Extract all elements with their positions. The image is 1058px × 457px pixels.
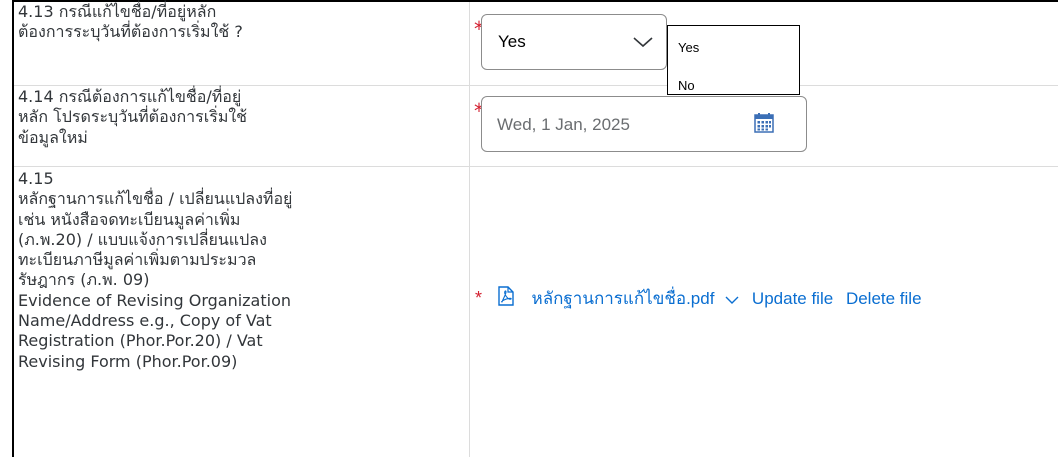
- date-value: Wed, 1 Jan, 2025: [497, 115, 630, 134]
- question-4-15-line: 4.15: [18, 169, 54, 188]
- row-divider: [14, 166, 1058, 167]
- chevron-down-icon[interactable]: [725, 295, 739, 305]
- select-dropdown-list: Yes No: [667, 25, 800, 95]
- question-4-15-line: ทะเบียนภาษีมูลค่าเพิ่มตามประมวล: [18, 250, 257, 270]
- question-4-15-line: Registration (Phor.Por.20) / Vat: [18, 331, 263, 351]
- question-4-15-line: Evidence of Revising Organization: [18, 290, 292, 310]
- question-4-14-label: 4.14 กรณีต้องการแก้ไขชื่อ/ที่อยู่ หลัก โ…: [18, 87, 458, 148]
- question-4-15-label: 4.15 หลักฐานการแก้ไขชื่อ / เปลี่ยนแปลงที…: [18, 169, 458, 372]
- question-4-15-line: Revising Form (Phor.Por.09): [18, 351, 238, 371]
- question-4-15-line: (ภ.พ.20) / แบบแจ้งการเปลี่ยนแปลง: [18, 229, 267, 249]
- attachment-row: * หลักฐานการแก้ไขชื่อ.pdf Update file De…: [475, 285, 1046, 313]
- start-date-picker[interactable]: Wed, 1 Jan, 2025: [481, 96, 807, 152]
- start-date-select[interactable]: Yes: [481, 14, 667, 70]
- question-4-13-line: ต้องการระบุวันที่ต้องการเริ่มใช้ ?: [18, 22, 243, 42]
- question-4-14-line: 4.14 กรณีต้องการแก้ไขชื่อ/ที่อยู่: [18, 87, 242, 106]
- question-4-14-line: หลัก โปรดระบุวันที่ต้องการเริ่มใช้: [18, 107, 248, 127]
- attachment-file-name[interactable]: หลักฐานการแก้ไขชื่อ.pdf: [531, 289, 714, 308]
- chevron-down-icon[interactable]: [632, 35, 654, 49]
- option-yes[interactable]: Yes: [678, 40, 699, 55]
- pdf-file-icon: [498, 286, 514, 306]
- update-file-link[interactable]: Update file: [752, 289, 833, 308]
- required-marker: *: [475, 288, 483, 308]
- calendar-icon[interactable]: [754, 113, 774, 133]
- question-4-13-label: 4.13 กรณีแก้ไขชื่อ/ที่อยู่หลัก ต้องการระ…: [18, 2, 458, 43]
- question-4-15-line: เช่น หนังสือจดทะเบียนมูลค่าเพิ่ม: [18, 209, 241, 229]
- question-4-15-line: รัษฎากร (ภ.พ. 09): [18, 270, 150, 290]
- question-4-15-line: หลักฐานการแก้ไขชื่อ / เปลี่ยนแปลงที่อยู่: [18, 189, 293, 209]
- select-value: Yes: [498, 32, 526, 51]
- column-divider: [469, 2, 470, 457]
- question-4-13-line: 4.13 กรณีแก้ไขชื่อ/ที่อยู่หลัก: [18, 2, 217, 21]
- question-4-14-line: ข้อมูลใหม่: [18, 127, 88, 147]
- option-no[interactable]: No: [678, 78, 695, 93]
- question-4-15-line: Name/Address e.g., Copy of Vat: [18, 311, 272, 331]
- delete-file-link[interactable]: Delete file: [846, 289, 922, 308]
- row-divider: [14, 85, 1058, 86]
